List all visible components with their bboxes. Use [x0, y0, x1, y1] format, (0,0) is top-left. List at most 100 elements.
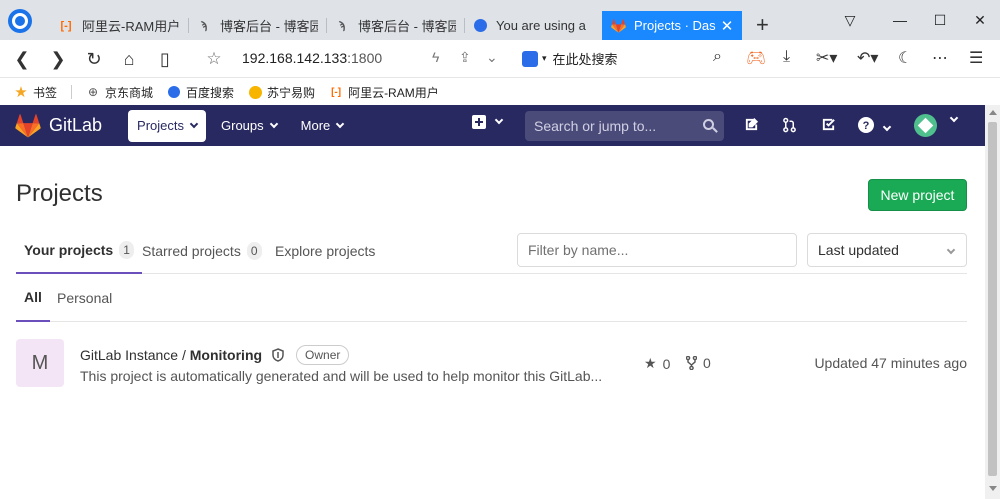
minimize-icon[interactable]: — [880, 0, 920, 40]
tab-label: Starred projects [142, 243, 241, 259]
share-icon[interactable]: ⇪ [459, 49, 471, 66]
tab-title: 博客后台 - 博客园 [358, 19, 456, 34]
baidu-paw-icon [167, 85, 181, 99]
bookmark-item[interactable]: 苏宁易购 [248, 84, 315, 101]
undo-icon[interactable]: ↶▾ [857, 48, 878, 68]
scissors-icon[interactable]: ✂▾ [816, 48, 837, 68]
baidu-paw-icon [472, 18, 488, 34]
chevron-down-icon [494, 115, 504, 125]
forward-icon[interactable]: ❯ [44, 45, 72, 73]
fork-count[interactable]: 0 [686, 355, 711, 371]
chevron-down-icon [269, 119, 278, 128]
user-avatar[interactable] [914, 114, 937, 137]
bookmark-label: 书签 [33, 85, 58, 100]
updated-timestamp: Updated 47 minutes ago [814, 355, 967, 371]
search-icon[interactable]: ⌕ [713, 48, 722, 66]
todo-icon[interactable] [821, 117, 836, 136]
sort-value: Last updated [818, 242, 899, 258]
star-icon: ★ [14, 84, 28, 101]
role-badge: Owner [296, 345, 350, 365]
nav-more[interactable]: More [292, 110, 353, 142]
scrollbar-thumb[interactable] [988, 122, 997, 476]
sort-dropdown[interactable]: Last updated [807, 233, 967, 267]
new-project-button[interactable]: New project [868, 179, 967, 211]
nav-label: Groups [221, 118, 264, 133]
chevron-down-icon [189, 119, 199, 128]
bookmark-label: 苏宁易购 [267, 85, 316, 100]
project-title[interactable]: GitLab Instance / Monitoring Owner [80, 345, 350, 365]
cnblogs-icon: ϡ [338, 19, 346, 32]
chevron-down-icon[interactable] [949, 113, 959, 123]
browser-tab[interactable]: You are using a [464, 11, 602, 40]
close-window-icon[interactable]: ✕ [960, 0, 1000, 40]
more-icon[interactable]: ⋯ [932, 48, 948, 68]
url-host: 192.168.142.133 [242, 50, 348, 66]
download-icon[interactable]: ⤓ [783, 48, 790, 66]
scroll-up-arrow[interactable] [989, 110, 997, 115]
pin-icon[interactable]: ▽ [820, 0, 880, 40]
fork-icon [686, 356, 697, 370]
back-icon[interactable]: ❮ [8, 45, 36, 73]
tab-title: You are using a [496, 18, 586, 33]
tab-starred-projects[interactable]: Starred projects 0 [142, 228, 262, 274]
project-tabs: Your projects 1 Starred projects 0 Explo… [16, 228, 967, 274]
star-count[interactable]: ★ 0 [644, 355, 670, 372]
home-icon[interactable]: ⌂ [115, 45, 143, 73]
bookmark-item[interactable]: [-] 阿里云-RAM用户 [329, 84, 439, 101]
bookmark-label: 京东商城 [105, 85, 154, 100]
gitlab-icon [610, 18, 626, 34]
new-tab-button[interactable]: + [756, 11, 769, 39]
issues-icon[interactable] [744, 117, 759, 136]
bookmark-item[interactable]: ★ 书签 [14, 84, 57, 101]
bookmark-divider [71, 85, 73, 99]
cnblogs-icon: ϡ [200, 19, 208, 32]
tab-title: Projects · Dash [634, 18, 716, 33]
merge-request-icon[interactable] [782, 117, 797, 137]
search-engine-box[interactable]: ▾ 在此处搜索 [522, 49, 618, 68]
project-name: Monitoring [189, 347, 263, 363]
browser-logo-icon[interactable] [8, 9, 32, 33]
tab-your-projects[interactable]: Your projects 1 [16, 228, 142, 274]
browser-tab[interactable]: ϡ 博客后台 - 博客园 [326, 11, 464, 40]
game-controller-icon[interactable]: 🎮︎ [746, 48, 766, 68]
project-namespace: GitLab Instance / [80, 347, 190, 363]
tab-label: Your projects [24, 242, 114, 258]
menu-icon[interactable]: ☰ [969, 48, 983, 68]
maximize-icon[interactable]: ☐ [920, 0, 960, 40]
bookmark-star-icon[interactable]: ☆ [200, 45, 228, 73]
reload-icon[interactable]: ↻ [80, 45, 108, 73]
bookmark-item[interactable]: 百度搜索 [167, 84, 234, 101]
nav-label: More [300, 118, 331, 133]
subtab-all[interactable]: All [16, 274, 50, 322]
global-search-input[interactable]: Search or jump to... [525, 111, 724, 141]
project-description: This project is automatically generated … [80, 368, 603, 384]
bookmark-label: 百度搜索 [186, 85, 235, 100]
project-avatar[interactable]: M [16, 339, 64, 387]
subtab-personal[interactable]: Personal [57, 274, 112, 322]
browser-tab-active[interactable]: Projects · Dash ✕ [602, 11, 742, 40]
close-tab-icon[interactable]: ✕ [720, 17, 734, 35]
browser-tab[interactable]: [-] 阿里云-RAM用户 [50, 11, 188, 40]
url-port: :1800 [347, 50, 383, 66]
shield-icon [272, 348, 284, 362]
night-mode-icon[interactable]: ☾ [898, 48, 912, 68]
svg-text:?: ? [863, 120, 870, 132]
star-icon: ★ [644, 355, 657, 371]
chevron-down-icon[interactable]: ⌄ [486, 49, 498, 66]
bookmark-item[interactable]: ⊕ 京东商城 [86, 84, 153, 101]
help-dropdown[interactable]: ? [858, 117, 892, 137]
nav-projects[interactable]: Projects [128, 109, 207, 142]
lightning-icon[interactable]: ϟ [432, 49, 439, 65]
globe-icon: ⊕ [87, 85, 99, 99]
browser-tab[interactable]: ϡ 博客后台 - 博客园 [188, 11, 326, 40]
chevron-down-icon [336, 119, 345, 128]
scroll-down-arrow[interactable] [989, 486, 997, 491]
filter-by-name-input[interactable] [517, 233, 797, 267]
url-field[interactable]: 192.168.142.133:1800 [242, 50, 382, 66]
reader-icon[interactable]: ▯ [151, 45, 179, 73]
new-item-dropdown[interactable] [472, 115, 504, 129]
tab-explore-projects[interactable]: Explore projects [275, 228, 375, 274]
project-list-item: M GitLab Instance / Monitoring Owner Thi… [16, 339, 967, 389]
nav-groups[interactable]: Groups [212, 110, 286, 142]
gitlab-home-link[interactable]: GitLab [15, 113, 102, 138]
